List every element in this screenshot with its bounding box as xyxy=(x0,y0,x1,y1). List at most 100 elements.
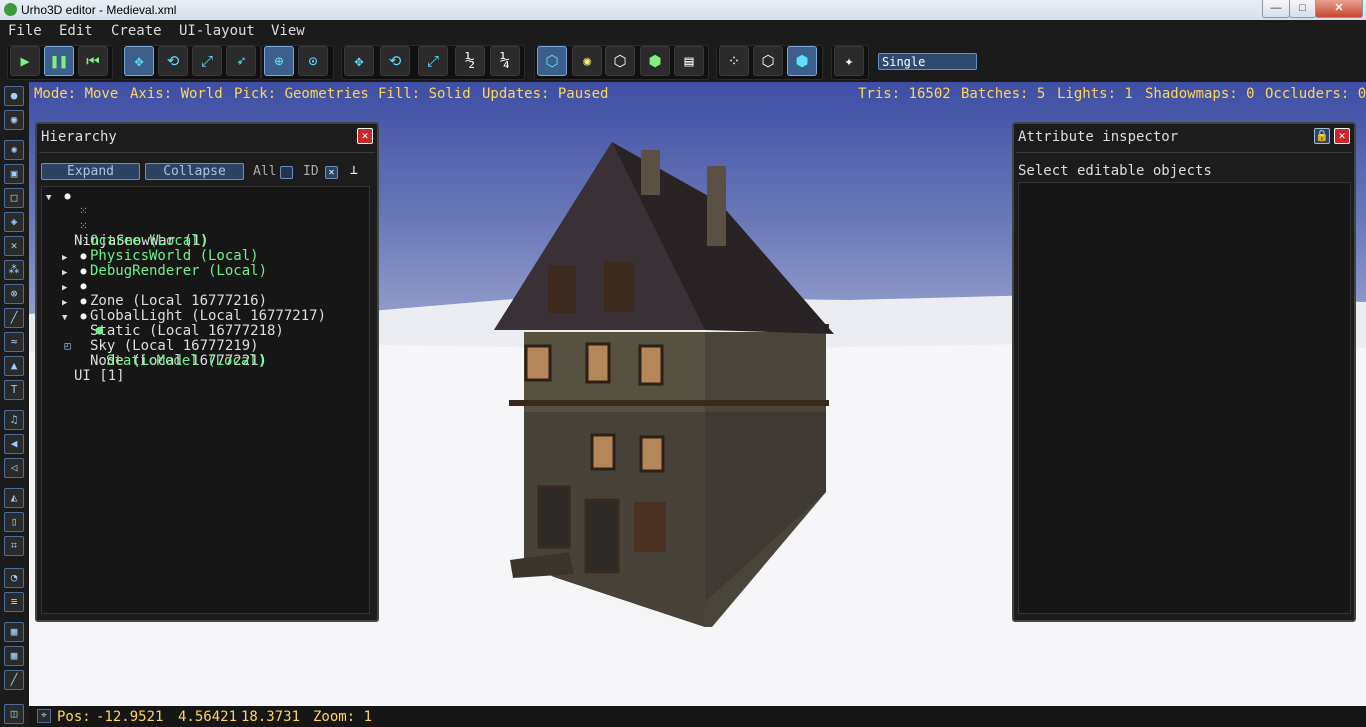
camera-icon[interactable]: ⌖ xyxy=(37,709,51,723)
menu-view[interactable]: View xyxy=(271,23,305,39)
move-mode-button[interactable]: ✥ xyxy=(124,46,154,76)
fill-wireframe-button[interactable]: ⬡ xyxy=(753,46,783,76)
play-icon: ▶ xyxy=(20,52,30,70)
create-grid2-button[interactable]: ▦ xyxy=(4,646,24,666)
rotate-mode-button[interactable]: ⟲ xyxy=(158,46,188,76)
snap-move-button[interactable]: ✥ xyxy=(344,46,374,76)
create-scene-button[interactable]: ◉ xyxy=(4,110,24,130)
create-grid-button[interactable]: ▦ xyxy=(4,622,24,642)
minimize-button[interactable]: — xyxy=(1262,0,1290,18)
create-sound-listener-button[interactable]: ◁ xyxy=(4,458,24,478)
rewind-button[interactable]: ⏮ xyxy=(78,46,108,76)
create-skeleton-button[interactable]: ✕ xyxy=(4,236,24,256)
snap-half-button[interactable]: ½ xyxy=(455,46,485,76)
fill-solid-button[interactable]: ⬢ xyxy=(787,46,817,76)
create-constraint-button[interactable]: ⌗ xyxy=(4,536,24,556)
node-icon: ● xyxy=(10,89,18,102)
tree-item-label: StaticModel (Local) xyxy=(106,353,267,369)
select-mode-button[interactable]: ➶ xyxy=(226,46,256,76)
snap-quarter-button[interactable]: ¼ xyxy=(490,46,520,76)
pause-button[interactable]: ❚❚ xyxy=(44,46,74,76)
tree-row-node[interactable]: ▼ ● Node (Local 16777221) xyxy=(42,309,362,369)
create-misc-button[interactable]: ◫ xyxy=(4,704,24,724)
scale-mode-button[interactable]: ⤢ xyxy=(192,46,222,76)
close-window-button[interactable]: ✕ xyxy=(1315,0,1363,18)
hierarchy-tree[interactable]: ▼ ● NinjaSnowWar (1) ⁙ Octree (Local) ⁙ … xyxy=(41,186,370,614)
hierarchy-close-button[interactable]: ✕ xyxy=(357,128,373,144)
menu-create[interactable]: Create xyxy=(111,23,162,39)
all-checkbox[interactable] xyxy=(280,166,293,179)
inspector-close-button[interactable]: ✕ xyxy=(1334,128,1350,144)
attribute-list[interactable] xyxy=(1018,182,1351,614)
status-shadowmaps: Shadowmaps: 0 xyxy=(1145,86,1255,102)
create-text-button[interactable]: T xyxy=(4,380,24,400)
select-gizmo-icon: ➶ xyxy=(236,52,246,70)
status-tris: Tris: 16502 xyxy=(858,86,951,102)
create-node-button[interactable]: ● xyxy=(4,86,24,106)
sound-icon: ♫ xyxy=(10,413,18,426)
expand-button[interactable]: Expand xyxy=(41,163,140,180)
pick-lights-button[interactable]: ✺ xyxy=(572,46,602,76)
local-axis-button[interactable]: ⊙ xyxy=(298,46,328,76)
tree-row-octree[interactable]: ⁙ Octree (Local) xyxy=(42,204,362,249)
snap-scale-button[interactable]: ⤢ xyxy=(418,46,448,76)
create-path-button[interactable]: ╱ xyxy=(4,670,24,690)
create-navigation-button[interactable]: ⊗ xyxy=(4,284,24,304)
pick-zones-button[interactable]: ⬡ xyxy=(605,46,635,76)
pick-ui-button[interactable]: ▤ xyxy=(674,46,704,76)
collision-icon: ▯ xyxy=(10,515,18,528)
create-light-button[interactable]: ✺ xyxy=(4,140,24,160)
pause-icon: ❚❚ xyxy=(49,52,69,70)
status-batches: Batches: 5 xyxy=(961,86,1046,102)
attribute-inspector-window: Attribute inspector 🔒 ✕ Select editable … xyxy=(1012,122,1356,622)
create-particles-button[interactable]: ⁂ xyxy=(4,260,24,280)
menu-edit[interactable]: Edit xyxy=(59,23,93,39)
tree-row-scene[interactable]: ▼ ● NinjaSnowWar (1) xyxy=(42,189,362,249)
tree-row-physicsworld[interactable]: ⁙ PhysicsWorld (Local) xyxy=(42,219,362,264)
create-sound-source-button[interactable]: ◀ xyxy=(4,434,24,454)
maximize-button[interactable]: □ xyxy=(1289,0,1316,18)
pick-geometries-button[interactable]: ⬡ xyxy=(537,46,567,76)
inspector-lock-button[interactable]: 🔒 xyxy=(1314,128,1330,144)
hierarchy-tree-icon[interactable]: ⊥ xyxy=(350,163,358,178)
id-checkbox[interactable]: ✕ xyxy=(325,166,338,179)
terrain-icon: ▲ xyxy=(10,359,18,372)
play-button[interactable]: ▶ xyxy=(10,46,40,76)
pick-rigidbodies-button[interactable]: ⬢ xyxy=(640,46,670,76)
tree-row-staticmodel[interactable]: ⬢ StaticModel (Local) xyxy=(42,324,362,369)
camera-pos-x: -12.9521 xyxy=(96,709,164,725)
create-camera-button[interactable]: ▣ xyxy=(4,164,24,184)
menu-file[interactable]: File xyxy=(8,23,42,39)
create-terrain-button[interactable]: ▲ xyxy=(4,356,24,376)
create-physics-button[interactable]: ◭ xyxy=(4,488,24,508)
octree-icon: ⁙ xyxy=(79,206,88,217)
create-script-button[interactable]: ◔ xyxy=(4,568,24,588)
collapse-button[interactable]: Collapse xyxy=(145,163,244,180)
tree-row-static[interactable]: ▶ ● Static (Local 16777218) xyxy=(42,279,362,339)
inspector-message: Select editable objects xyxy=(1018,163,1212,179)
status-fill: Fill: Solid xyxy=(378,86,471,102)
tree-row-sky[interactable]: ▶ ● Sky (Local 16777219) xyxy=(42,294,362,354)
snap-rotate-button[interactable]: ⟲ xyxy=(380,46,410,76)
tree-row-ui[interactable]: ◰ UI [1] xyxy=(42,339,362,384)
create-sound-button[interactable]: ♫ xyxy=(4,410,24,430)
create-document-button[interactable]: ≡ xyxy=(4,592,24,612)
tree-row-debugrenderer[interactable]: ⁙ DebugRenderer (Local) xyxy=(42,234,362,279)
fill-point-button[interactable]: ⁘ xyxy=(719,46,749,76)
create-rope-button[interactable]: ╱ xyxy=(4,308,24,328)
tree-row-zone[interactable]: ▶ ● Zone (Local 16777216) xyxy=(42,249,362,309)
create-water-button[interactable]: ≈ xyxy=(4,332,24,352)
view-mode-button[interactable]: ✦ xyxy=(834,46,864,76)
light-icon: ✺ xyxy=(10,143,18,156)
tree-row-globallight[interactable]: ▶ ● GlobalLight (Local 16777217) xyxy=(42,264,362,324)
viewport-layout-select[interactable]: Single xyxy=(878,53,977,70)
create-box-button[interactable]: □ xyxy=(4,188,24,208)
title-divider xyxy=(39,152,375,153)
create-model-button[interactable]: ◈ xyxy=(4,212,24,232)
camera-zoom: Zoom: 1 xyxy=(313,709,373,725)
create-collision-button[interactable]: ▯ xyxy=(4,512,24,532)
menu-ui-layout[interactable]: UI-layout xyxy=(179,23,255,39)
camera-pos-z: 18.3731 xyxy=(241,709,301,725)
skeleton-icon: ✕ xyxy=(10,239,18,252)
world-axis-button[interactable]: ⊕ xyxy=(264,46,294,76)
